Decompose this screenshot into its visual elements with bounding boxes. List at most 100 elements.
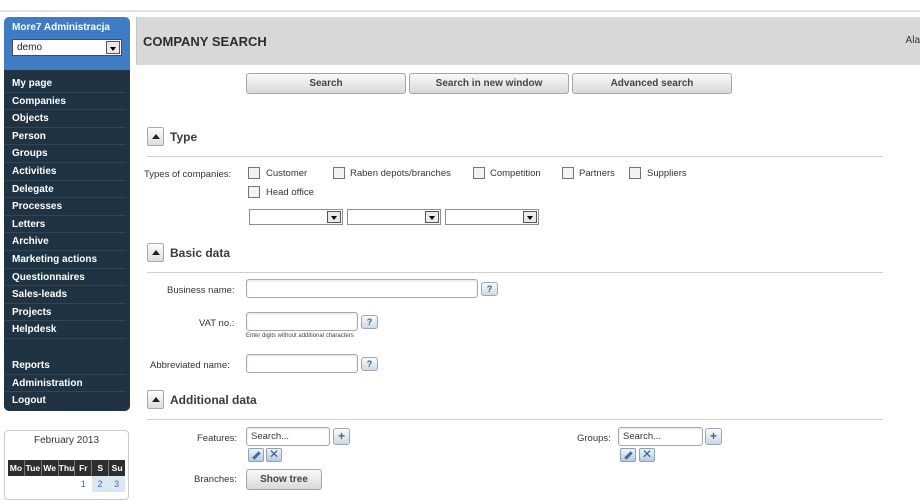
- business-name-label: Business name:: [167, 285, 235, 296]
- groups-add-icon[interactable]: +: [705, 428, 722, 445]
- weekday-label: We: [42, 460, 59, 476]
- features-clear-icon[interactable]: ✕: [266, 447, 282, 462]
- sidebar-item-groups[interactable]: Groups: [4, 145, 126, 163]
- raben-depots-checkbox[interactable]: [333, 167, 345, 179]
- weekday-label: Fr: [75, 460, 93, 476]
- brand-title: More7 Administracja: [12, 22, 110, 33]
- sidebar-item-companies[interactable]: Companies: [4, 93, 126, 111]
- vat-hint: Enter digits without additional characte…: [246, 333, 354, 339]
- calendar-date[interactable]: 3: [108, 476, 126, 492]
- close-icon: ✕: [268, 447, 280, 461]
- sidebar-item-letters[interactable]: Letters: [4, 216, 126, 234]
- branches-label: Branches:: [194, 474, 237, 485]
- sidebar-item-administration[interactable]: Administration: [4, 375, 126, 393]
- sidebar-item-sales-leads[interactable]: Sales-leads: [4, 286, 126, 304]
- partners-label: Partners: [579, 168, 615, 179]
- sidebar-item-logout[interactable]: Logout: [4, 392, 126, 410]
- header-user-text: Ala: [905, 35, 920, 46]
- calendar-date: [25, 476, 42, 492]
- additional-data-section-header: Additional data: [147, 390, 883, 420]
- account-select-value: demo: [17, 42, 43, 53]
- weekday-label: Thu: [59, 460, 76, 476]
- basic-data-section-title: Basic data: [170, 246, 231, 260]
- business-name-input[interactable]: [246, 279, 478, 298]
- sidebar-item-questionnaires[interactable]: Questionnaires: [4, 269, 126, 287]
- features-edit-icon[interactable]: [248, 448, 264, 462]
- customer-label: Customer: [266, 168, 308, 179]
- sidebar-item-projects[interactable]: Projects: [4, 304, 126, 322]
- calendar-date: [8, 476, 25, 492]
- abbreviated-name-label: Abbreviated name:: [150, 360, 230, 371]
- types-of-companies-label: Types of companies:: [144, 169, 232, 180]
- groups-clear-icon[interactable]: ✕: [639, 447, 655, 462]
- weekday-label: S: [92, 460, 110, 476]
- pencil-icon: [252, 451, 261, 460]
- page-title: COMPANY SEARCH: [143, 34, 267, 49]
- calendar-weekdays: Mo Tue We Thu Fr S Su: [8, 460, 125, 476]
- chevron-down-icon[interactable]: [106, 41, 120, 54]
- type-filter-select-3[interactable]: [445, 209, 539, 225]
- vat-input[interactable]: [246, 312, 358, 331]
- calendar-date: [41, 476, 58, 492]
- type-section-header: Type: [147, 127, 883, 157]
- type-filter-select-2[interactable]: [347, 209, 441, 225]
- suppliers-checkbox[interactable]: [629, 167, 641, 179]
- sidebar: More7 Administracja demo My page Compani…: [4, 17, 130, 411]
- business-name-help-icon[interactable]: ?: [481, 282, 498, 296]
- page-header: COMPANY SEARCH Ala: [136, 17, 920, 65]
- sidebar-item-archive[interactable]: Archive: [4, 233, 126, 251]
- search-new-window-button[interactable]: Search in new window: [409, 73, 569, 94]
- sidebar-item-helpdesk[interactable]: Helpdesk: [4, 321, 126, 339]
- sidebar-item-processes[interactable]: Processes: [4, 198, 126, 216]
- collapse-type-icon[interactable]: [147, 127, 164, 146]
- sidebar-item-reports[interactable]: Reports: [4, 357, 126, 375]
- sidebar-item-person[interactable]: Person: [4, 128, 126, 146]
- groups-label: Groups:: [577, 433, 611, 444]
- sidebar-item-my-page[interactable]: My page: [4, 75, 126, 93]
- advanced-search-button[interactable]: Advanced search: [572, 73, 732, 94]
- top-border: [0, 0, 920, 12]
- calendar-month-title: February 2013: [33, 435, 100, 446]
- competition-checkbox[interactable]: [473, 167, 485, 179]
- menu-spacer: [4, 339, 130, 357]
- head-office-label: Head office: [266, 187, 314, 198]
- features-add-icon[interactable]: +: [333, 428, 350, 445]
- groups-edit-icon[interactable]: [620, 448, 636, 462]
- vat-label: VAT no.:: [199, 318, 235, 329]
- sidebar-item-delegate[interactable]: Delegate: [4, 181, 126, 199]
- features-label: Features:: [197, 433, 238, 444]
- calendar-date[interactable]: 1: [75, 476, 92, 492]
- calendar-date: [58, 476, 75, 492]
- raben-depots-label: Raben depots/branches: [350, 168, 451, 179]
- calendar-widget: February 2013 Mo Tue We Thu Fr S Su 1 2 …: [4, 430, 129, 500]
- chevron-down-icon: [425, 211, 439, 223]
- collapse-basic-data-icon[interactable]: [147, 243, 164, 262]
- sidebar-item-marketing-actions[interactable]: Marketing actions: [4, 251, 126, 269]
- search-button[interactable]: Search: [246, 73, 406, 94]
- sidebar-item-objects[interactable]: Objects: [4, 110, 126, 128]
- customer-checkbox[interactable]: [248, 167, 260, 179]
- account-select[interactable]: demo: [12, 39, 122, 56]
- groups-search-input[interactable]: Search...: [618, 427, 703, 446]
- type-section-title: Type: [170, 130, 198, 144]
- sidebar-item-activities[interactable]: Activities: [4, 163, 126, 181]
- head-office-checkbox[interactable]: [248, 186, 260, 198]
- collapse-additional-data-icon[interactable]: [147, 390, 164, 409]
- abbreviated-name-help-icon[interactable]: ?: [361, 357, 378, 371]
- calendar-date[interactable]: 2: [91, 476, 109, 492]
- vat-help-icon[interactable]: ?: [361, 315, 378, 329]
- show-tree-button[interactable]: Show tree: [246, 469, 322, 490]
- competition-label: Competition: [490, 168, 541, 179]
- calendar-week-row: 1 2 3: [8, 476, 126, 492]
- weekday-label: Tue: [25, 460, 42, 476]
- basic-data-section-header: Basic data: [147, 243, 883, 273]
- sidebar-menu: My page Companies Objects Person Groups …: [4, 70, 130, 411]
- pencil-icon: [624, 451, 633, 460]
- chevron-down-icon: [327, 211, 341, 223]
- features-search-input[interactable]: Search...: [246, 427, 330, 446]
- type-filter-select-1[interactable]: [249, 209, 343, 225]
- abbreviated-name-input[interactable]: [246, 354, 358, 373]
- brand-panel: More7 Administracja demo: [4, 17, 130, 70]
- close-icon: ✕: [641, 447, 653, 461]
- partners-checkbox[interactable]: [562, 167, 574, 179]
